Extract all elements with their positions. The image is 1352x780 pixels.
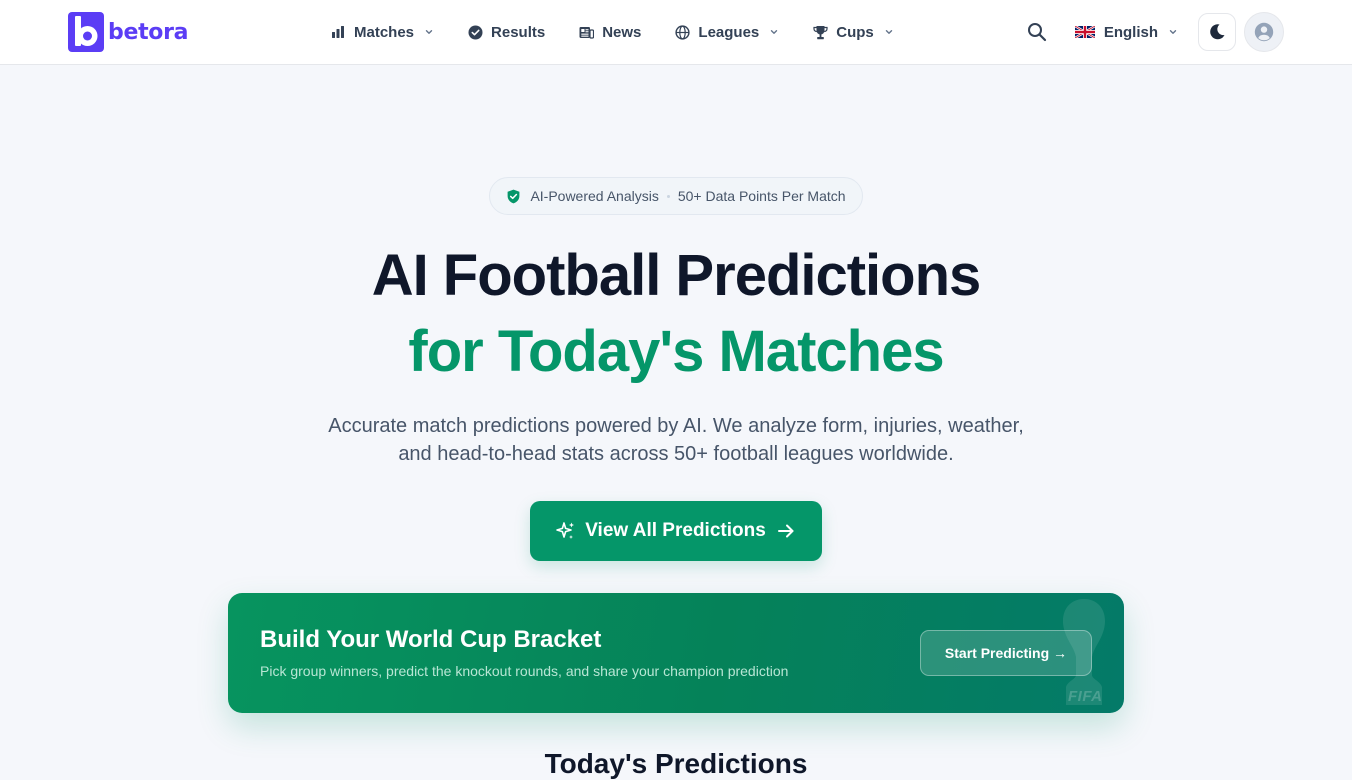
language-selector[interactable]: English [1067,14,1186,50]
user-circle-icon [1254,22,1274,42]
chevron-down-icon [1168,27,1178,37]
shield-check-icon [506,189,521,204]
nav-item-results[interactable]: Results [455,12,557,52]
main-nav: Matches Results News Leagues Cups [318,0,915,64]
nav-item-leagues[interactable]: Leagues [662,12,791,52]
hero-subtitle: Accurate match predictions powered by AI… [328,415,1024,465]
sparkles-icon [556,521,576,541]
trophy-icon [812,24,828,40]
nav-item-label: Matches [354,23,415,41]
cta-label: View All Predictions [585,520,766,541]
brand-name: betora [108,19,189,45]
header-actions: English [1019,0,1284,64]
badge-primary-text: AI-Powered Analysis [530,188,659,204]
chevron-down-icon [424,27,434,37]
nav-item-label: Results [491,23,546,41]
nav-item-label: News [602,23,642,41]
account-button[interactable] [1244,12,1284,52]
arrow-right-icon [776,521,796,541]
nav-item-cups[interactable]: Cups [800,12,906,52]
site-header: betora Matches Results News Leagues Cups… [0,0,1352,65]
logo-mark-icon [68,12,104,52]
world-cup-bracket-banner: FIFA Build Your World Cup Bracket Pick g… [228,593,1124,713]
uk-flag-icon [1074,26,1095,38]
hero-badge: AI-Powered Analysis 50+ Data Points Per … [489,177,863,215]
badge-secondary-text: 50+ Data Points Per Match [677,188,846,204]
brand-logo[interactable]: betora [68,12,189,52]
chevron-down-icon [769,27,779,37]
language-label: English [1103,23,1158,41]
banner-title: Build Your World Cup Bracket [260,626,602,653]
section-heading: Today's Predictions [544,748,808,779]
fifa-watermark: FIFA [1068,688,1103,705]
nav-item-matches[interactable]: Matches [318,12,446,52]
search-button[interactable] [1019,14,1055,50]
chevron-down-icon [884,27,894,37]
badge-separator [666,194,670,198]
hero-title-accent: for Today's Matches [408,319,944,384]
search-icon [1027,23,1046,42]
check-circle-icon [467,24,483,40]
nav-item-label: Leagues [698,23,760,41]
nav-item-label: Cups [836,23,874,41]
start-predicting-button[interactable]: Start Predicting → [920,630,1092,676]
moon-icon [1210,24,1225,40]
view-all-predictions-button[interactable]: View All Predictions [530,501,822,561]
nav-item-news[interactable]: News [566,12,653,52]
hero-title: AI Football Predictions [371,243,982,308]
theme-toggle-button[interactable] [1198,13,1236,51]
globe-icon [674,24,690,40]
newspaper-icon [578,24,594,40]
bar-chart-icon [330,24,346,40]
banner-subtitle: Pick group winners, predict the knockout… [260,663,789,679]
